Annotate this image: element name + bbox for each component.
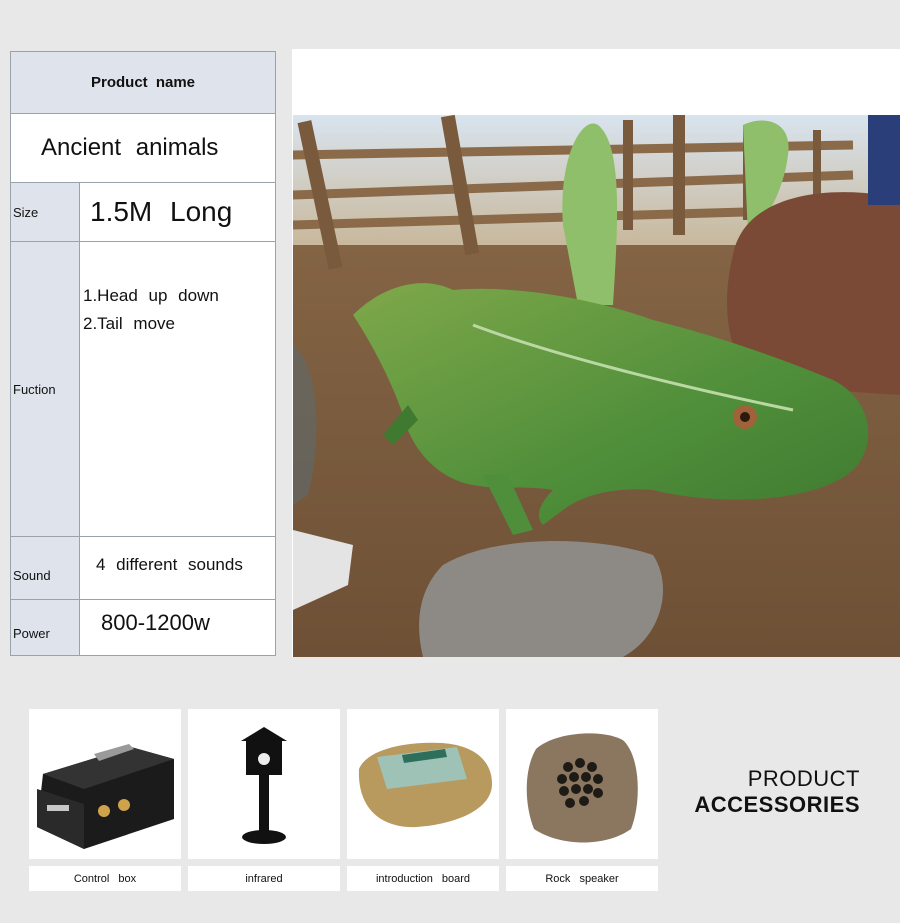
rock-speaker-icon xyxy=(526,733,638,843)
introduction-board-icon xyxy=(358,742,492,828)
function-label: Fuction xyxy=(11,242,80,536)
accessory-label: Control box xyxy=(29,866,181,891)
accessory-card-rock-speaker[interactable] xyxy=(506,709,658,859)
function-line: 2.Tail move xyxy=(83,314,175,333)
accessories-title-line1: PRODUCT xyxy=(747,766,860,791)
power-row: Power 800-1200w xyxy=(11,600,275,655)
spec-table: Product name Ancient animals Size 1.5M L… xyxy=(10,51,276,656)
accessories-title: PRODUCT ACCESSORIES xyxy=(694,766,860,818)
size-row: Size 1.5M Long xyxy=(11,183,275,242)
sound-value: 4 different sounds xyxy=(80,537,275,599)
infrared-sensor-icon xyxy=(241,727,287,844)
accessory-card-introduction-board[interactable] xyxy=(347,709,499,859)
function-value: 1.Head up down 2.Tail move xyxy=(80,242,275,536)
control-box-icon xyxy=(37,744,174,849)
spec-header: Product name xyxy=(11,52,275,114)
size-label: Size xyxy=(11,183,80,241)
accessory-label: Rock speaker xyxy=(506,866,658,891)
sound-label: Sound xyxy=(11,537,80,599)
sound-row: Sound 4 different sounds xyxy=(11,537,275,600)
size-value: 1.5M Long xyxy=(80,183,275,241)
accessory-card-control-box[interactable] xyxy=(29,709,181,859)
power-label: Power xyxy=(11,600,80,655)
function-line: 1.Head up down xyxy=(83,286,219,305)
accessory-label: infrared xyxy=(188,866,340,891)
accessory-label: introduction board xyxy=(347,866,499,891)
accessories-title-line2: ACCESSORIES xyxy=(694,792,860,817)
function-row: Fuction 1.Head up down 2.Tail move xyxy=(11,242,275,537)
power-value: 800-1200w xyxy=(80,600,275,655)
lizard-photo xyxy=(293,115,900,657)
accessory-card-infrared[interactable] xyxy=(188,709,340,859)
product-name: Ancient animals xyxy=(11,114,275,183)
